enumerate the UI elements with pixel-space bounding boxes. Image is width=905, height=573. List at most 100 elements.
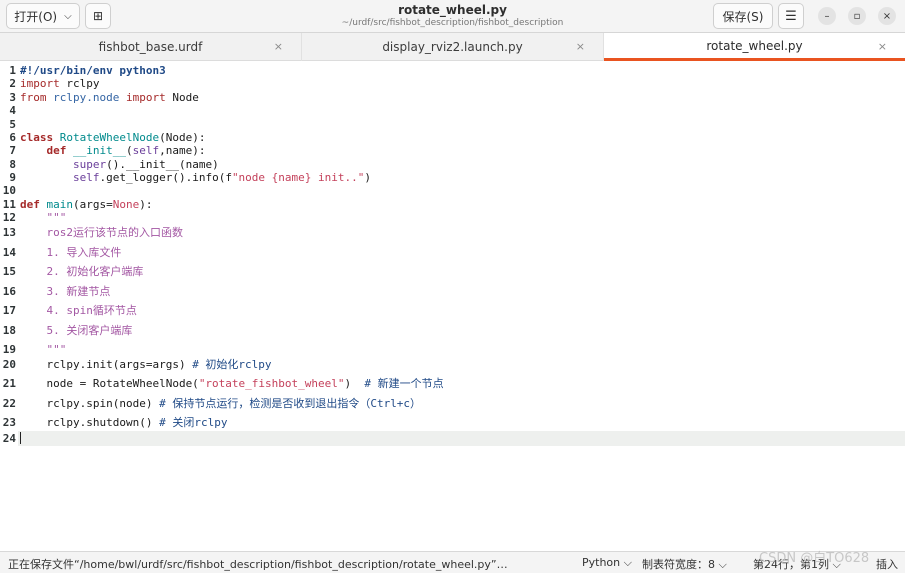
code-line[interactable]: rclpy.shutdown() # 关闭rclpy	[20, 416, 227, 429]
code-token: (args=	[73, 198, 113, 211]
line-number: 23	[2, 416, 16, 429]
code-token: """	[20, 211, 67, 224]
code-line[interactable]: rclpy.init(args=args) # 初始化rclpy	[20, 358, 271, 371]
code-token: # 保持节点运行，检测是否收到退出指令（Ctrl+c）	[159, 397, 422, 410]
code-token: )	[364, 171, 372, 184]
line-number: 5	[9, 118, 16, 131]
insert-mode: 插入	[876, 558, 898, 571]
code-token: __init__	[73, 144, 126, 157]
code-line[interactable]: node = RotateWheelNode("rotate_fishbot_w…	[20, 377, 443, 390]
code-line[interactable]: 2. 初始化客户端库	[20, 265, 143, 278]
save-button[interactable]: 保存(S)	[713, 3, 773, 29]
line-number: 10	[2, 184, 16, 197]
tab-label: rotate_wheel.py	[706, 38, 803, 53]
line-number: 24	[2, 432, 16, 445]
code-line[interactable]: 5. 关闭客户端库	[20, 324, 132, 337]
code-line[interactable]: super().__init__(name)	[20, 158, 219, 171]
code-token: 4. spin循环节点	[20, 304, 137, 317]
line-number: 6	[9, 131, 16, 144]
code-token: (Node):	[159, 131, 206, 144]
line-number: 3	[9, 91, 16, 104]
code-token: "node {name} init.."	[231, 171, 365, 184]
code-token: )	[344, 377, 365, 390]
code-line[interactable]: #!/usr/bin/env python3	[20, 64, 166, 77]
code-token: ,name):	[159, 144, 206, 157]
code-token: def	[20, 198, 40, 211]
code-line[interactable]: def __init__(self,name):	[20, 144, 206, 157]
language-selector[interactable]: Python ⌵	[582, 556, 632, 570]
line-number: 12	[2, 211, 16, 224]
code-line[interactable]: from rclpy.node import Node	[20, 91, 199, 104]
code-line[interactable]: ros2运行该节点的入口函数	[20, 226, 183, 239]
code-token: ().__init__(name)	[106, 158, 219, 171]
code-token: RotateWheelNode	[59, 131, 160, 144]
minimize-button[interactable]: –	[818, 7, 836, 25]
code-token: 3. 新建节点	[20, 285, 111, 298]
tab-close-icon[interactable]: ×	[878, 40, 887, 53]
open-button-label: 打开(O)	[14, 9, 58, 24]
new-document-button[interactable]: ⊞	[85, 3, 111, 29]
code-token: import	[20, 77, 60, 90]
code-token: # 关闭rclpy	[159, 416, 228, 429]
code-token: rclpy.node	[46, 91, 126, 104]
code-token: self	[72, 171, 100, 184]
open-button[interactable]: 打开(O) ⌵	[6, 3, 80, 29]
code-line[interactable]: class RotateWheelNode(Node):	[20, 131, 205, 144]
code-token: (	[125, 144, 133, 157]
tab-label: fishbot_base.urdf	[98, 40, 203, 54]
maximize-button[interactable]: ▫	[848, 7, 866, 25]
watermark: CSDN @白TO628	[759, 551, 870, 566]
code-token: rclpy.spin(node)	[20, 397, 160, 410]
code-token: 1. 导入库文件	[20, 246, 122, 259]
status-message: 正在保存文件“/home/bwl/urdf/src/fishbot_descri…	[8, 558, 508, 571]
line-number: 21	[2, 377, 16, 390]
close-window-button[interactable]: ×	[878, 7, 896, 25]
code-token: None	[112, 198, 140, 211]
tab-close-icon[interactable]: ×	[274, 40, 283, 53]
code-token: 5. 关闭客户端库	[20, 324, 133, 337]
document-path: ~/urdf/src/fishbot_description/fishbot_d…	[341, 18, 564, 28]
line-number: 1	[9, 64, 16, 77]
line-number: 22	[2, 397, 16, 410]
line-number: 13	[2, 226, 16, 239]
code-line[interactable]: self.get_logger().info(f"node {name} ini…	[20, 171, 371, 184]
menu-button[interactable]: ☰	[778, 3, 804, 29]
code-line[interactable]: def main(args=None):	[20, 198, 153, 211]
code-token: #!/usr/bin/env python3	[20, 64, 166, 77]
tab-rotate-wheel[interactable]: rotate_wheel.py ×	[604, 33, 905, 61]
document-tabs: fishbot_base.urdf × display_rviz2.launch…	[0, 33, 905, 61]
code-line[interactable]: 4. spin循环节点	[20, 304, 137, 317]
new-document-icon: ⊞	[92, 9, 104, 23]
hamburger-icon: ☰	[785, 8, 797, 24]
code-token: 2. 初始化客户端库	[20, 265, 144, 278]
code-line[interactable]: """	[20, 343, 66, 356]
code-line[interactable]: rclpy.spin(node) # 保持节点运行，检测是否收到退出指令（Ctr…	[20, 397, 421, 410]
code-token: ros2运行该节点的入口函数	[20, 226, 183, 239]
tab-width-selector[interactable]: 制表符宽度：8 ⌵	[642, 556, 727, 572]
code-line[interactable]: 3. 新建节点	[20, 285, 110, 298]
code-token: rclpy.init(args=args)	[20, 358, 193, 371]
code-line[interactable]: 1. 导入库文件	[20, 246, 121, 259]
line-number: 4	[9, 104, 16, 117]
code-token: .get_logger().info(f	[99, 171, 232, 184]
code-line[interactable]	[18, 431, 905, 446]
line-number: 15	[2, 265, 16, 278]
code-line[interactable]: """	[20, 211, 66, 224]
tab-label: display_rviz2.launch.py	[382, 40, 523, 54]
tab-fishbot-base-urdf[interactable]: fishbot_base.urdf ×	[0, 33, 302, 61]
code-token: Node	[165, 91, 199, 104]
line-number: 17	[2, 304, 16, 317]
code-line[interactable]: import rclpy	[20, 77, 100, 90]
line-number: 9	[9, 171, 16, 184]
code-editor[interactable]: 1 2 3 4 5 6 7 8 9 10 11 12 13 14 15 16 17 18 19 20 21 22 23 24 …	[0, 62, 905, 551]
tab-display-rviz2-launch[interactable]: display_rviz2.launch.py ×	[302, 33, 604, 61]
tab-close-icon[interactable]: ×	[576, 40, 585, 53]
line-number: 2	[9, 77, 16, 90]
maximize-icon: ▫	[853, 10, 861, 22]
